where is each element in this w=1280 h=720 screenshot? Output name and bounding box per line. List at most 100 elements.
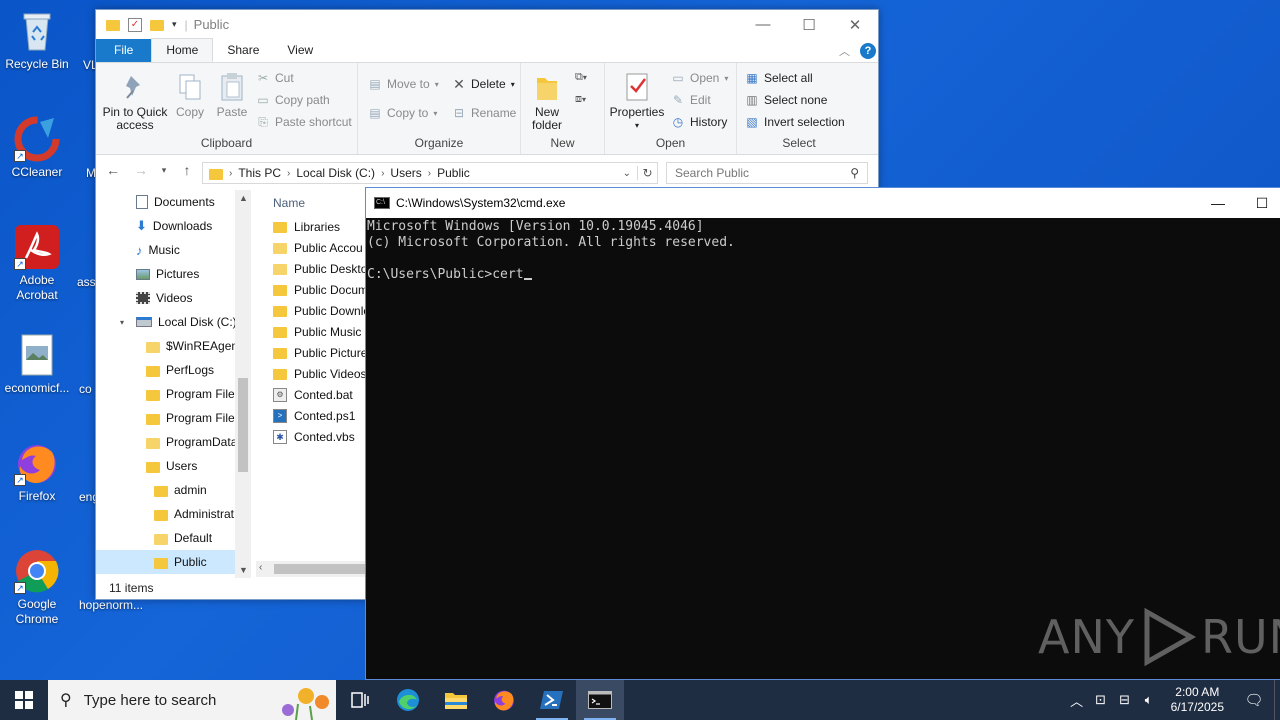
- nav-item[interactable]: Users: [96, 454, 251, 478]
- file-list-item[interactable]: Public Picture: [261, 342, 381, 363]
- console-output[interactable]: Microsoft Windows [Version 10.0.19045.40…: [366, 218, 1280, 284]
- back-arrow-icon[interactable]: ←: [102, 162, 124, 178]
- file-list-item[interactable]: Public Videos: [261, 363, 381, 384]
- minimize-button[interactable]: —: [740, 10, 786, 39]
- task-view-button[interactable]: [336, 680, 384, 720]
- taskbar-firefox-button[interactable]: [480, 680, 528, 720]
- scroll-down-icon[interactable]: ▼: [239, 565, 248, 575]
- file-list[interactable]: Name Libraries Public Accou Public Deskto P…: [261, 190, 381, 574]
- paste-button[interactable]: Paste: [212, 71, 252, 119]
- desktop-icon-firefox[interactable]: ↗ Firefox: [0, 440, 74, 504]
- invert-selection-button[interactable]: ▧ Invert selection: [745, 115, 844, 129]
- scroll-left-icon[interactable]: ‹: [259, 562, 262, 573]
- move-to-button[interactable]: ▤ Move to ▾: [368, 77, 438, 91]
- open-button[interactable]: ▭ Open ▾: [671, 71, 728, 85]
- console-prompt-line[interactable]: C:\Users\Public>cert: [367, 267, 1280, 283]
- file-list-item[interactable]: ⚙ Conted.bat: [261, 384, 381, 405]
- file-list-item[interactable]: Public Deskto: [261, 258, 381, 279]
- rename-button[interactable]: ⊟ Rename: [452, 106, 516, 120]
- nav-item[interactable]: Documents: [96, 190, 251, 214]
- tab-home[interactable]: Home: [151, 38, 214, 62]
- new-folder-button[interactable]: New folder: [527, 71, 567, 132]
- edit-button[interactable]: ✎ Edit: [671, 93, 711, 107]
- tab-view[interactable]: View: [273, 39, 327, 62]
- breadcrumb-this-pc[interactable]: This PC: [238, 166, 281, 180]
- file-list-item[interactable]: Public Music: [261, 321, 381, 342]
- column-header-name[interactable]: Name: [261, 190, 381, 216]
- nav-item[interactable]: admin: [96, 478, 251, 502]
- file-list-item[interactable]: > Conted.ps1: [261, 405, 381, 426]
- copy-path-button[interactable]: ▭ Copy path: [256, 93, 329, 107]
- start-button[interactable]: [0, 680, 48, 720]
- nav-item[interactable]: Default: [96, 526, 251, 550]
- scrollbar-thumb[interactable]: [274, 564, 366, 574]
- scroll-up-icon[interactable]: ▲: [239, 193, 248, 203]
- taskbar-edge-button[interactable]: [384, 680, 432, 720]
- taskbar-powershell-button[interactable]: [528, 680, 576, 720]
- taskbar-cmd-button[interactable]: [576, 680, 624, 720]
- close-button[interactable]: ✕: [832, 10, 878, 39]
- taskbar-file-explorer-button[interactable]: [432, 680, 480, 720]
- customize-qa-chevron-icon[interactable]: ▾: [172, 19, 177, 30]
- cut-button[interactable]: ✂ Cut: [256, 71, 294, 85]
- nav-item[interactable]: Program Files: [96, 382, 251, 406]
- copy-button[interactable]: Copy: [172, 71, 208, 119]
- forward-arrow-icon[interactable]: →: [130, 162, 152, 178]
- network-icon[interactable]: ⊡: [1089, 692, 1113, 708]
- nav-item[interactable]: ▾ Local Disk (C:): [96, 310, 251, 334]
- nav-item[interactable]: Program Files: [96, 406, 251, 430]
- delete-button[interactable]: ✕ Delete ▾: [452, 76, 515, 92]
- show-hidden-icons-chevron-icon[interactable]: ︿: [1065, 691, 1089, 710]
- navigation-pane-scrollbar[interactable]: ▲ ▼: [235, 190, 251, 578]
- nav-item[interactable]: Public: [96, 550, 251, 574]
- desktop-icon-google-chrome[interactable]: ↗ Google Chrome: [0, 548, 74, 627]
- breadcrumb-local-disk[interactable]: Local Disk (C:): [296, 166, 375, 180]
- file-list-item[interactable]: Libraries: [261, 216, 381, 237]
- breadcrumb-users[interactable]: Users: [390, 166, 421, 180]
- nav-item[interactable]: $WinREAgent: [96, 334, 251, 358]
- tab-file[interactable]: File: [96, 39, 152, 62]
- show-desktop-button[interactable]: [1274, 680, 1280, 720]
- new-item-button[interactable]: ⧉▾: [575, 71, 587, 84]
- wifi-network-icon[interactable]: ⊟: [1113, 692, 1137, 708]
- nav-item[interactable]: PerfLogs: [96, 358, 251, 382]
- volume-icon[interactable]: 🔈︎: [1137, 692, 1161, 708]
- refresh-icon[interactable]: ↻: [637, 166, 657, 180]
- file-list-item[interactable]: Public Downlo: [261, 300, 381, 321]
- properties-button[interactable]: Properties ▾: [609, 71, 665, 132]
- recent-locations-chevron-icon[interactable]: ▾: [158, 165, 170, 176]
- nav-item[interactable]: ♪ Music: [96, 238, 251, 262]
- pin-to-quick-access-button[interactable]: Pin to Quick access: [102, 71, 168, 132]
- clock[interactable]: 2:00 AM 6/17/2025: [1161, 685, 1234, 715]
- desktop-icon-document[interactable]: economicf...: [0, 332, 74, 396]
- copy-to-button[interactable]: ▤ Copy to ▾: [368, 106, 437, 120]
- up-arrow-icon[interactable]: ↑: [176, 162, 198, 178]
- breadcrumb-public[interactable]: Public: [437, 166, 470, 180]
- collapse-ribbon-chevron-icon[interactable]: ︿: [839, 43, 850, 59]
- minimize-button[interactable]: —: [1196, 195, 1240, 212]
- maximize-button[interactable]: ☐: [786, 10, 832, 39]
- scrollbar-thumb[interactable]: [238, 378, 248, 472]
- history-button[interactable]: ◷ History: [671, 115, 728, 129]
- address-dropdown-chevron-icon[interactable]: ⌄: [623, 168, 631, 179]
- expand-chevron-icon[interactable]: ▾: [120, 318, 130, 327]
- file-list-item[interactable]: Public Docum: [261, 279, 381, 300]
- file-list-horizontal-scrollbar[interactable]: ‹: [256, 561, 366, 577]
- new-folder-quick-icon[interactable]: [150, 20, 164, 31]
- file-list-item[interactable]: ✱ Conted.vbs: [261, 426, 381, 447]
- easy-access-button[interactable]: ⧈▾: [575, 93, 586, 106]
- help-icon[interactable]: ?: [860, 43, 876, 59]
- nav-item[interactable]: Pictures: [96, 262, 251, 286]
- nav-item[interactable]: ⬇ Downloads: [96, 214, 251, 238]
- maximize-button[interactable]: ☐: [1240, 195, 1280, 212]
- cmd-titlebar[interactable]: C:\ C:\Windows\System32\cmd.exe — ☐: [366, 188, 1280, 218]
- nav-item[interactable]: ProgramData: [96, 430, 251, 454]
- search-input[interactable]: Search Public ⚲: [666, 162, 868, 184]
- navigation-pane[interactable]: Documents ⬇ Downloads ♪ Music Pictures Videos ▾…: [96, 190, 251, 578]
- nav-item[interactable]: Administrat: [96, 502, 251, 526]
- paste-shortcut-button[interactable]: ⎘ Paste shortcut: [256, 115, 352, 130]
- desktop-icon-ccleaner[interactable]: ↗ CCleaner: [0, 116, 74, 180]
- nav-item[interactable]: Videos: [96, 286, 251, 310]
- desktop-icon-adobe-acrobat[interactable]: ↗ Adobe Acrobat: [0, 224, 74, 303]
- notifications-icon[interactable]: 🗨︎: [1234, 691, 1274, 709]
